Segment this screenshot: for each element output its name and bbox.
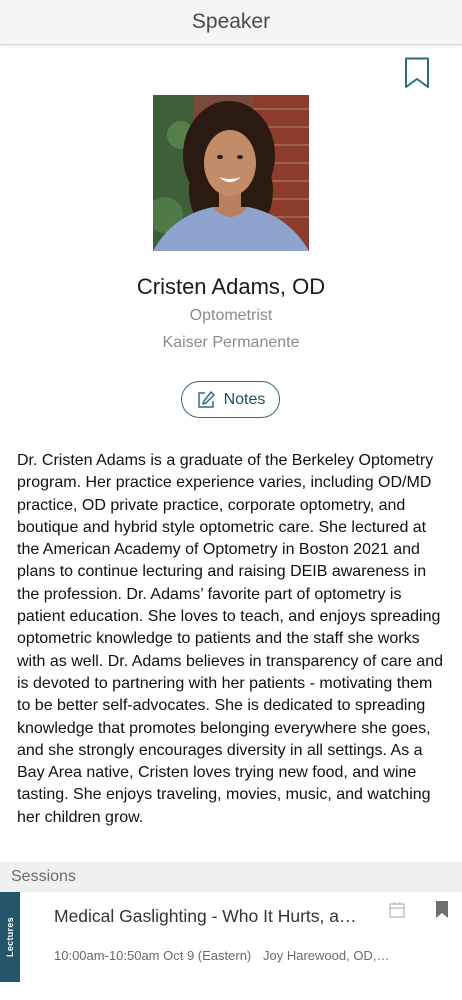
notes-button-label: Notes	[223, 390, 266, 408]
speaker-organization: Kaiser Permanente	[162, 334, 300, 351]
speaker-bio: Dr. Cristen Adams is a graduate of the B…	[17, 452, 443, 826]
edit-note-icon	[197, 390, 215, 408]
session-time: 10:00am-10:50am Oct 9 (Eastern)	[54, 948, 252, 963]
session-category-label: Lectures	[5, 917, 16, 957]
app-header: Speaker	[0, 0, 462, 45]
sessions-section-header: Sessions	[0, 862, 462, 892]
session-category-tab: Lectures	[0, 892, 20, 982]
session-title: Medical Gaslighting - Who It Hurts, a…	[54, 906, 357, 926]
speaker-title: Optometrist	[189, 307, 273, 324]
speaker-name: Cristen Adams, OD	[136, 274, 326, 299]
page-title: Speaker	[191, 10, 271, 33]
notes-button[interactable]: Notes	[181, 381, 280, 418]
session-presenters: Joy Harewood, OD, …	[263, 948, 391, 963]
speaker-photo	[153, 95, 309, 251]
sessions-label: Sessions	[11, 868, 76, 885]
session-bookmark-icon[interactable]	[435, 901, 449, 918]
calendar-icon[interactable]	[389, 901, 405, 918]
bookmark-icon[interactable]	[404, 57, 430, 89]
session-item[interactable]: Lectures Medical Gaslighting - Who It Hu…	[0, 892, 462, 982]
